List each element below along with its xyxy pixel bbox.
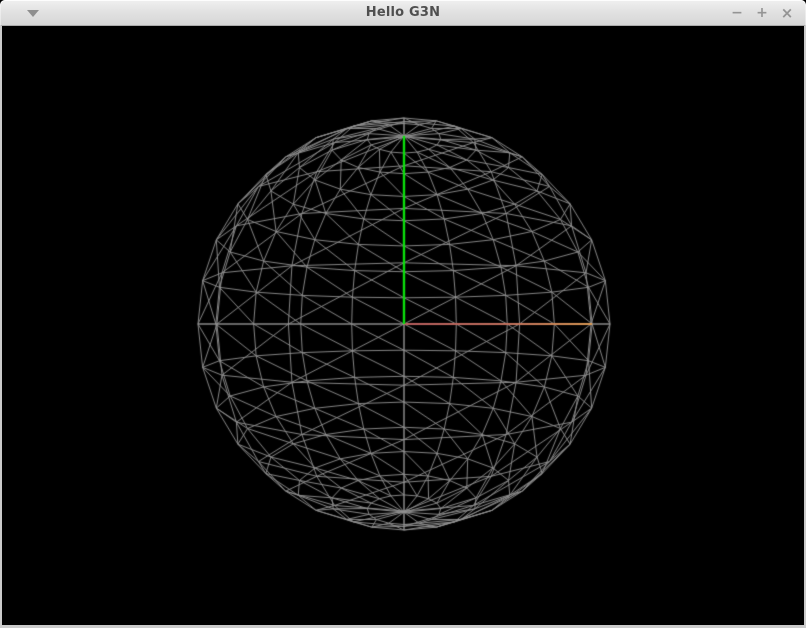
window-title: Hello G3N [0, 0, 806, 26]
window-controls: − + × [730, 0, 794, 26]
minimize-button[interactable]: − [730, 2, 744, 24]
titlebar[interactable]: Hello G3N − + × [0, 0, 806, 26]
app-window: Hello G3N − + × [0, 0, 806, 628]
chevron-down-icon [27, 10, 39, 17]
3d-viewport[interactable] [2, 26, 804, 625]
maximize-button[interactable]: + [755, 2, 769, 24]
3d-viewport-canvas[interactable] [2, 26, 804, 625]
window-menu-button[interactable] [27, 9, 39, 17]
close-button[interactable]: × [780, 2, 794, 24]
